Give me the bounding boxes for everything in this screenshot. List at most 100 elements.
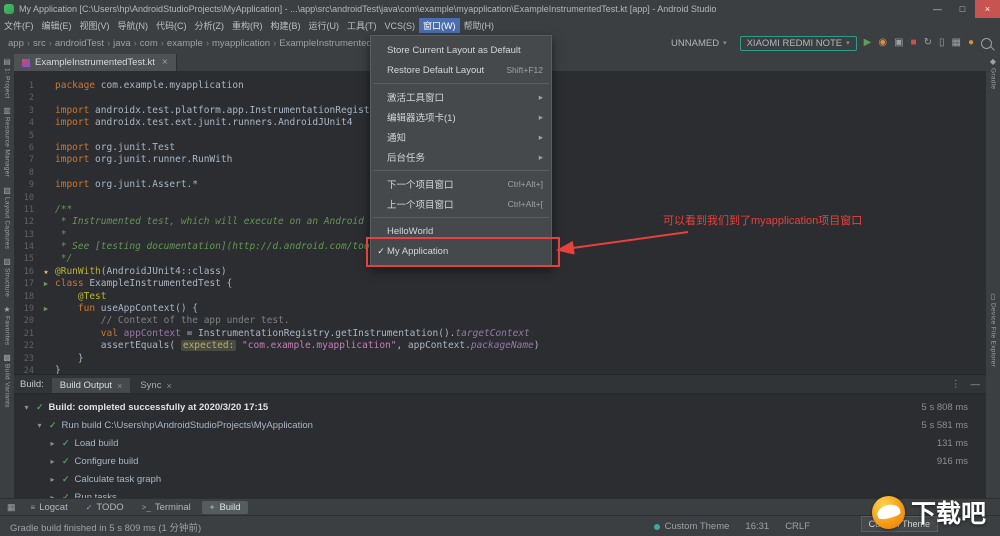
menubar-item-5[interactable]: 分析(Z) — [191, 18, 229, 33]
status-widget-0[interactable]: Custom Theme — [653, 521, 729, 532]
window-menu-item-6[interactable]: 后台任务 ▸ — [371, 147, 551, 167]
breadcrumb-item-src[interactable]: src — [33, 38, 46, 49]
tool-button-device-file-explorer[interactable]: ▯ Device File Explorer — [990, 293, 997, 368]
debug-icon[interactable]: ▣ — [894, 38, 903, 48]
layout-inspector-icon[interactable]: ▦ — [952, 38, 961, 48]
status-widget-1[interactable]: 16:31 — [745, 521, 769, 532]
menu-item-label: 上一个项目窗口 — [387, 200, 454, 211]
run-test-icon[interactable]: ▶ — [37, 278, 55, 290]
build-tab-sync[interactable]: Sync × — [132, 378, 179, 393]
tool-button-resource-manager[interactable]: ▥ Resource Manager — [3, 107, 11, 178]
build-tree-row-0[interactable]: ▾ ✓ Build: completed successfully at 2020/… — [14, 398, 986, 416]
window-menu-item-11[interactable]: HelloWorld — [371, 221, 551, 241]
window-menu-item-1[interactable]: Restore Default Layout Shift+F12 — [371, 60, 551, 80]
breadcrumb-item-androidTest[interactable]: androidTest — [55, 38, 104, 49]
tab-close-icon[interactable]: × — [162, 57, 168, 68]
device-manager-icon[interactable]: ▯ — [939, 38, 945, 48]
run-config-selector[interactable]: UNNAMED ▾ — [665, 37, 733, 50]
tool-window-button-logcat[interactable]: ≡ Logcat — [24, 501, 75, 514]
build-step-text: Calculate task graph — [74, 473, 162, 485]
submenu-arrow-icon: ▸ — [538, 151, 543, 162]
window-menu-item-4[interactable]: 编辑器选项卡(1) ▸ — [371, 107, 551, 127]
menu-shortcut: Shift+F12 — [506, 65, 543, 75]
menubar-item-4[interactable]: 代码(C) — [152, 18, 191, 33]
close-icon[interactable]: × — [975, 0, 1000, 18]
device-selector[interactable]: XIAOMI REDMI NOTE ▾ — [739, 35, 857, 51]
build-tree-row-2[interactable]: ▸ ✓ Load build 131 ms — [14, 434, 986, 452]
menubar-item-11[interactable]: 窗口(W) — [419, 18, 460, 33]
build-icon: ✦ — [208, 503, 216, 512]
menubar-item-8[interactable]: 运行(U) — [305, 18, 344, 33]
tab-example-instrumented-test[interactable]: ExampleInstrumentedTest.kt × — [14, 54, 177, 71]
expand-icon[interactable]: ▸ — [48, 475, 57, 484]
build-tree-row-1[interactable]: ▾ ✓ Run build C:\Users\hp\AndroidStudioPro… — [14, 416, 986, 434]
tab-title: ExampleInstrumentedTest.kt — [35, 57, 155, 68]
structure-icon: ▨ — [3, 256, 11, 266]
run-test-icon[interactable]: ▶ — [37, 303, 55, 315]
hide-panel-icon[interactable]: — — [971, 379, 981, 390]
tool-button-structure[interactable]: ▨ Structure — [3, 256, 11, 297]
tool-button-project[interactable]: ▤ 1: Project — [3, 58, 11, 99]
submenu-arrow-icon: ▸ — [538, 131, 543, 142]
menubar-item-9[interactable]: 工具(T) — [343, 18, 381, 33]
minimize-icon[interactable]: — — [925, 0, 950, 18]
window-menu-item-8[interactable]: 下一个项目窗口 Ctrl+Alt+] — [371, 174, 551, 194]
menubar-item-1[interactable]: 编辑(E) — [38, 18, 76, 33]
more-options-icon[interactable]: ⋮ — [951, 379, 961, 390]
menubar-item-7[interactable]: 构建(B) — [267, 18, 305, 33]
tool-button-build-variants[interactable]: ▩ Build Variants — [3, 354, 11, 408]
status-widget-2[interactable]: CRLF — [785, 521, 810, 532]
window-menu-item-12[interactable]: ✓ My Application — [371, 241, 551, 261]
left-tool-strip: ▤ 1: Project ▥ Resource Manager ▧ Layout Capt… — [0, 53, 15, 498]
window-menu-item-0[interactable]: Store Current Layout as Default — [371, 40, 551, 60]
maximize-icon[interactable]: □ — [950, 0, 975, 18]
menubar-item-6[interactable]: 重构(R) — [228, 18, 267, 33]
build-step-text: Run build C:\Users\hp\AndroidStudioProje… — [61, 419, 313, 431]
tool-button-favorites[interactable]: ★ Favorites — [3, 305, 10, 345]
breadcrumb-item-myapplication[interactable]: myapplication — [212, 38, 270, 49]
line-number: 22 — [23, 341, 34, 352]
tool-button-layout-captures[interactable]: ▧ Layout Captures — [3, 186, 11, 249]
menu-item-label: 激活工具窗口 — [387, 93, 445, 104]
close-icon[interactable]: × — [166, 381, 171, 391]
menubar-item-3[interactable]: 导航(N) — [114, 18, 153, 33]
tool-window-switcher-icon[interactable]: ▦ — [3, 502, 20, 513]
search-everywhere-icon[interactable] — [981, 37, 992, 49]
build-tree-row-3[interactable]: ▸ ✓ Configure build 916 ms — [14, 452, 986, 470]
success-check-icon: ✓ — [62, 437, 70, 448]
breadcrumb-item-java[interactable]: java — [113, 38, 130, 49]
tool-window-button-build[interactable]: ✦ Build — [201, 501, 248, 514]
sync-project-icon[interactable]: ↻ — [924, 38, 932, 48]
breadcrumb-item-app[interactable]: app — [8, 38, 24, 49]
menubar-item-0[interactable]: 文件(F) — [0, 18, 38, 33]
window-menu-item-3[interactable]: 激活工具窗口 ▸ — [371, 87, 551, 107]
stop-icon[interactable]: ■ — [911, 38, 917, 48]
expand-icon[interactable]: ▸ — [48, 439, 57, 448]
window-menu-item-5[interactable]: 通知 ▸ — [371, 127, 551, 147]
close-icon[interactable]: × — [117, 381, 122, 391]
build-tab-build-output[interactable]: Build Output × — [51, 378, 131, 393]
window-menu-item-9[interactable]: 上一个项目窗口 Ctrl+Alt+[ — [371, 194, 551, 214]
menubar-item-10[interactable]: VCS(S) — [381, 20, 420, 32]
expand-icon[interactable]: ▸ — [48, 457, 57, 466]
collapse-icon[interactable]: ▾ — [35, 421, 44, 430]
notifications-icon[interactable]: ● — [968, 38, 974, 48]
tool-window-button-todo[interactable]: ✓ TODO — [79, 501, 131, 514]
build-step-text: Load build — [74, 437, 119, 449]
profile-icon[interactable]: ◉ — [878, 38, 887, 48]
tool-window-button-terminal[interactable]: >_ Terminal — [135, 501, 198, 514]
breadcrumb-item-example[interactable]: example — [167, 38, 203, 49]
chevron-down-icon: ▾ — [723, 40, 727, 47]
line-number: 13 — [23, 229, 34, 240]
menu-item-label: HelloWorld — [387, 225, 434, 237]
tool-button-gradle[interactable]: ◆ Gradle — [989, 57, 997, 90]
build-tree-row-4[interactable]: ▸ ✓ Calculate task graph — [14, 470, 986, 488]
menubar-item-12[interactable]: 帮助(H) — [460, 18, 499, 33]
submenu-arrow-icon: ▸ — [538, 91, 543, 102]
gradle-icon: ◆ — [989, 57, 997, 66]
collapse-icon[interactable]: ▾ — [22, 403, 31, 412]
run-icon[interactable]: ▶ — [864, 38, 872, 48]
menubar-item-2[interactable]: 视图(V) — [76, 18, 114, 33]
breadcrumb-item-com[interactable]: com — [140, 38, 158, 49]
tool-button-label: Resource Manager — [3, 117, 11, 178]
